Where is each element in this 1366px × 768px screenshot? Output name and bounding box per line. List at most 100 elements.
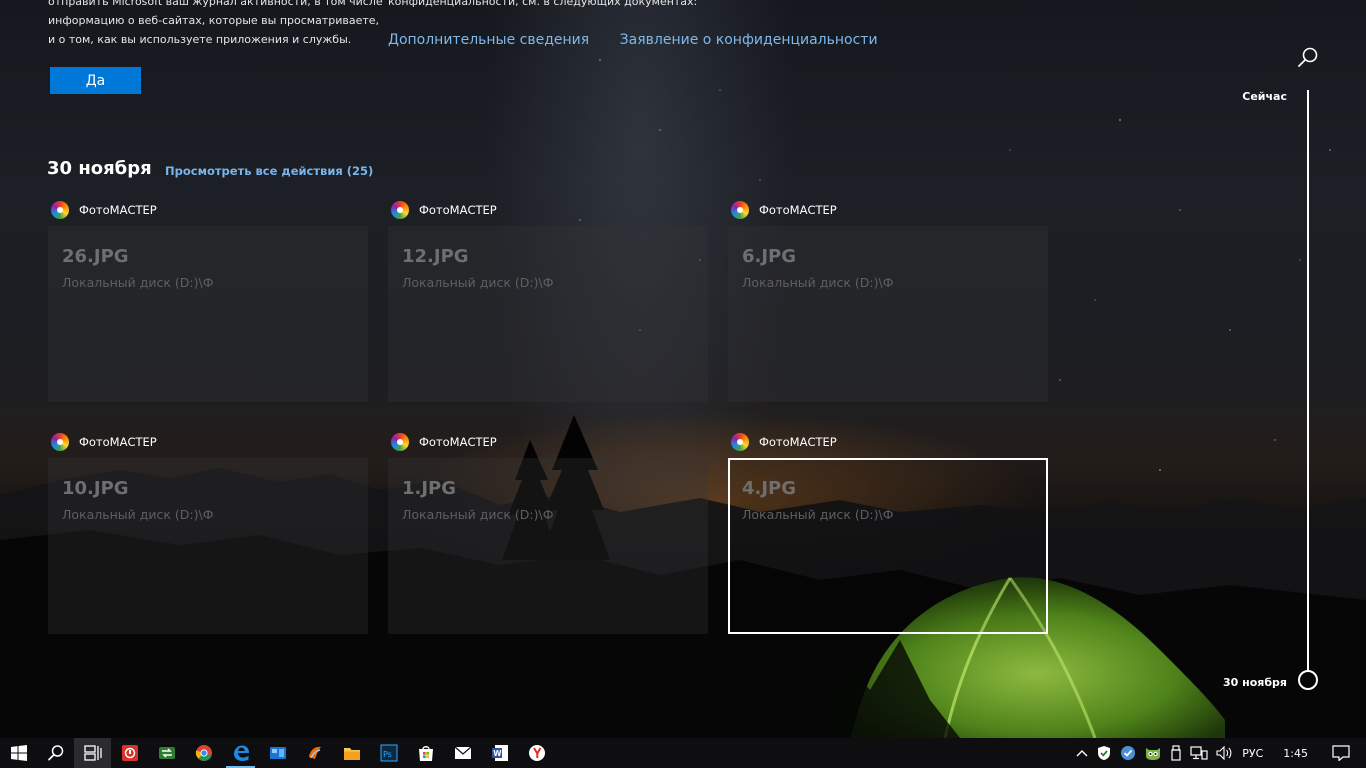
chrome-icon — [195, 745, 212, 761]
consent-line: конфиденциальности, см. в следующих доку… — [388, 0, 698, 8]
taskbar-explorer-blue[interactable] — [259, 738, 296, 768]
edge-icon — [233, 745, 249, 761]
card-app-name: ФотоМАСТЕР — [419, 203, 497, 217]
activity-card[interactable]: 1.JPG Локальный диск (D:)\Ф — [388, 458, 708, 634]
taskbar-mail[interactable] — [444, 738, 481, 768]
taskbar: Ps W РУС 1:45 — [0, 738, 1366, 768]
volume-icon — [1216, 745, 1232, 761]
fotomaster-app-icon — [51, 433, 69, 451]
timeline-date-label: 30 ноября — [1223, 676, 1287, 689]
taskbar-app-red[interactable] — [111, 738, 148, 768]
activity-card-group: ФотоМАСТЕР 10.JPG Локальный диск (D:)\Ф — [48, 432, 368, 634]
system-tray: РУС 1:45 — [1072, 738, 1366, 768]
card-title: 4.JPG — [742, 478, 797, 499]
taskbar-edge[interactable] — [222, 738, 259, 768]
fotomaster-app-icon — [731, 201, 749, 219]
card-app-name: ФотоМАСТЕР — [419, 435, 497, 449]
activity-card-group: ФотоМАСТЕР 4.JPG Локальный диск (D:)\Ф — [728, 432, 1048, 634]
mail-icon — [454, 746, 471, 759]
taskbar-word[interactable]: W — [481, 738, 518, 768]
activity-card-group: ФотоМАСТЕР 26.JPG Локальный диск (D:)\Ф — [48, 200, 368, 402]
language-indicator: РУС — [1242, 746, 1264, 760]
timeline-search-icon[interactable] — [1296, 46, 1320, 70]
activity-card-selected[interactable]: 4.JPG Локальный диск (D:)\Ф — [728, 458, 1048, 634]
card-app-header: ФотоМАСТЕР — [388, 432, 708, 452]
tray-check[interactable] — [1116, 738, 1140, 768]
tray-shield[interactable] — [1092, 738, 1116, 768]
card-title: 6.JPG — [742, 246, 797, 267]
activity-card-group: ФотоМАСТЕР 12.JPG Локальный диск (D:)\Ф — [388, 200, 708, 402]
taskbar-yandex[interactable] — [518, 738, 555, 768]
store-icon — [418, 746, 433, 761]
usb-drive-icon — [1171, 745, 1181, 761]
consent-line: отправить Microsoft ваш журнал активност… — [48, 0, 383, 8]
chevron-up-icon — [1076, 750, 1088, 757]
search-icon — [47, 745, 63, 761]
card-app-header: ФотоМАСТЕР — [728, 432, 1048, 452]
explorer-blue-icon — [269, 747, 286, 759]
timeline-thumb[interactable] — [1298, 670, 1318, 690]
taskbar-app-green-arrows[interactable] — [148, 738, 185, 768]
yes-button[interactable]: Да — [50, 67, 141, 94]
taskbar-store[interactable] — [407, 738, 444, 768]
card-app-name: ФотоМАСТЕР — [79, 203, 157, 217]
tray-usb[interactable] — [1166, 738, 1186, 768]
tray-volume[interactable] — [1212, 738, 1238, 768]
activity-card[interactable]: 6.JPG Локальный диск (D:)\Ф — [728, 226, 1048, 402]
card-path: Локальный диск (D:)\Ф — [62, 275, 214, 290]
tray-network[interactable] — [1186, 738, 1212, 768]
card-app-header: ФотоМАСТЕР — [48, 200, 368, 220]
tray-owl[interactable] — [1140, 738, 1166, 768]
view-all-activities-link[interactable]: Просмотреть все действия (25) — [165, 164, 373, 178]
activity-card[interactable]: 12.JPG Локальный диск (D:)\Ф — [388, 226, 708, 402]
notification-icon — [1332, 745, 1350, 761]
activity-card[interactable]: 10.JPG Локальный диск (D:)\Ф — [48, 458, 368, 634]
start-button[interactable] — [0, 738, 37, 768]
consent-privacy-text: конфиденциальности, см. в следующих доку… — [388, 0, 888, 11]
card-path: Локальный диск (D:)\Ф — [402, 507, 554, 522]
tray-language[interactable]: РУС — [1238, 738, 1267, 768]
shield-icon — [1098, 746, 1111, 760]
task-view-icon — [83, 745, 102, 761]
activity-card-group: ФотоМАСТЕР 6.JPG Локальный диск (D:)\Ф — [728, 200, 1048, 402]
consent-description: отправить Microsoft ваш журнал активност… — [48, 0, 383, 49]
action-center-button[interactable] — [1322, 738, 1366, 768]
consent-links: Дополнительные сведения Заявление о конф… — [388, 32, 904, 48]
card-title: 10.JPG — [62, 478, 129, 499]
owl-icon — [1146, 748, 1161, 760]
activity-card-group: ФотоМАСТЕР 1.JPG Локальный диск (D:)\Ф — [388, 432, 708, 634]
taskbar-chrome[interactable] — [185, 738, 222, 768]
card-path: Локальный диск (D:)\Ф — [742, 507, 894, 522]
tray-clock[interactable]: 1:45 — [1267, 738, 1322, 768]
task-view-button[interactable] — [74, 738, 111, 768]
consent-line: и о том, как вы используете приложения и… — [48, 33, 352, 46]
photoshop-icon: Ps — [380, 744, 397, 762]
more-info-link[interactable]: Дополнительные сведения — [388, 32, 589, 48]
yandex-icon — [528, 745, 545, 761]
section-date-heading: 30 ноября — [47, 158, 152, 179]
tray-show-hidden[interactable] — [1072, 738, 1092, 768]
network-icon — [1190, 746, 1208, 760]
card-app-header: ФотоМАСТЕР — [48, 432, 368, 452]
card-path: Локальный диск (D:)\Ф — [62, 507, 214, 522]
fotomaster-app-icon — [391, 201, 409, 219]
activity-card[interactable]: 26.JPG Локальный диск (D:)\Ф — [48, 226, 368, 402]
card-app-header: ФотоМАСТЕР — [388, 200, 708, 220]
card-app-name: ФотоМАСТЕР — [79, 435, 157, 449]
svg-text:W: W — [493, 749, 502, 758]
card-app-name: ФотоМАСТЕР — [759, 203, 837, 217]
consent-line: информацию о веб-сайтах, которые вы прос… — [48, 14, 380, 27]
card-app-name: ФотоМАСТЕР — [759, 435, 837, 449]
fotomaster-app-icon — [391, 433, 409, 451]
card-path: Локальный диск (D:)\Ф — [742, 275, 894, 290]
taskbar-app-orange[interactable] — [296, 738, 333, 768]
privacy-statement-link[interactable]: Заявление о конфиденциальности — [620, 32, 878, 48]
timeline-now-label: Сейчас — [1242, 90, 1287, 103]
timeline-track[interactable] — [1307, 90, 1309, 672]
taskbar-photoshop[interactable]: Ps — [370, 738, 407, 768]
app-red-icon — [121, 745, 138, 761]
start-icon — [10, 745, 27, 761]
taskbar-search-button[interactable] — [37, 738, 74, 768]
taskbar-file-explorer[interactable] — [333, 738, 370, 768]
card-title: 26.JPG — [62, 246, 129, 267]
